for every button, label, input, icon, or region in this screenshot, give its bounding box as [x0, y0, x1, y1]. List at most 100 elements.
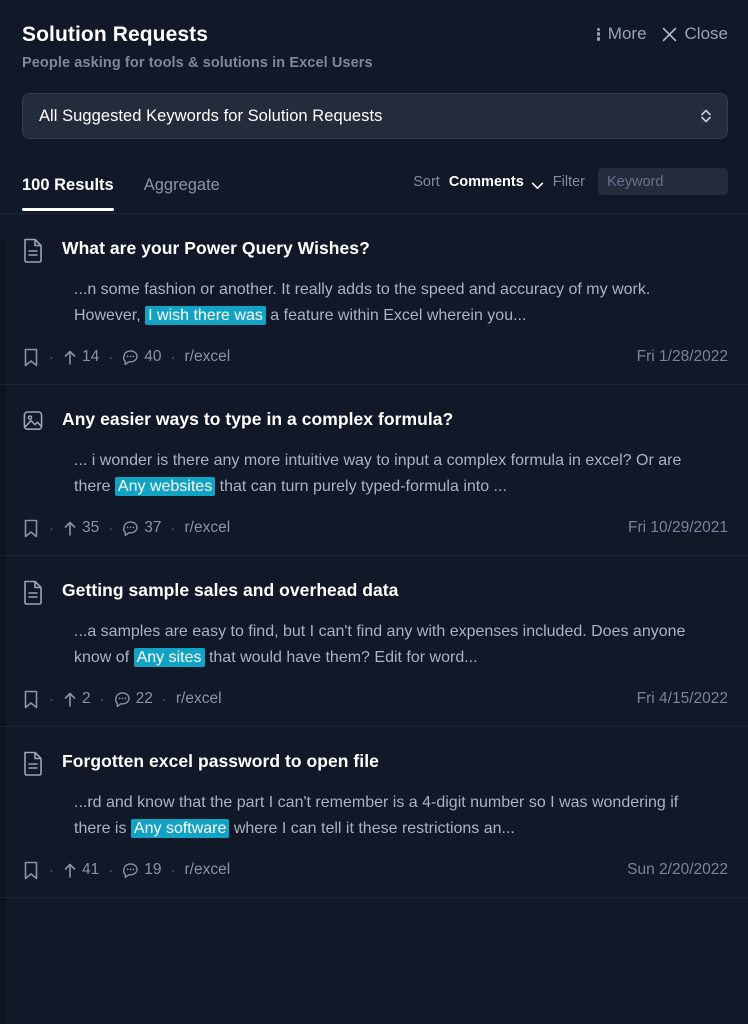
header-actions: More Close — [597, 24, 728, 44]
tab-results[interactable]: 100 Results — [22, 176, 114, 211]
result-meta: · 35 · 37 · r/excel — [22, 517, 728, 539]
bookmark-icon[interactable] — [22, 860, 40, 881]
solution-requests-panel: Solution Requests More Close People aski… — [0, 0, 748, 1024]
result-card[interactable]: Getting sample sales and overhead data .… — [0, 556, 748, 727]
tabbar: 100 Results Aggregate Sort Comments Filt… — [22, 159, 728, 211]
subreddit-name[interactable]: r/excel — [185, 348, 231, 366]
upvote-count: 14 — [63, 348, 99, 366]
document-icon — [22, 237, 44, 263]
meta-separator: · — [49, 691, 54, 708]
filter-label: Filter — [553, 174, 585, 190]
snippet-highlight: Any websites — [115, 477, 215, 496]
chevron-down-icon — [531, 178, 544, 186]
up-arrow-icon — [63, 862, 77, 879]
meta-separator: · — [49, 349, 54, 366]
comment-bubble-icon — [122, 862, 139, 879]
result-card[interactable]: Forgotten excel password to open file ..… — [0, 727, 748, 898]
meta-separator: · — [49, 862, 54, 879]
result-meta-left: · 41 · 19 · r/excel — [22, 860, 230, 881]
sort-dropdown-value: Comments — [449, 174, 524, 190]
upvote-value: 14 — [82, 348, 99, 366]
snippet-post: a feature within Excel wherein you... — [266, 307, 527, 324]
kebab-menu-icon — [597, 27, 601, 42]
subreddit-name[interactable]: r/excel — [176, 690, 222, 708]
snippet-post: that can turn purely typed-formula into … — [215, 478, 507, 495]
panel-subtitle: People asking for tools & solutions in E… — [22, 55, 728, 71]
comment-count: 19 — [122, 861, 161, 879]
upvote-value: 41 — [82, 861, 99, 879]
comment-bubble-icon — [122, 349, 139, 366]
comment-count: 37 — [122, 519, 161, 537]
result-card-head: Getting sample sales and overhead data — [22, 578, 728, 605]
up-down-chevron-icon — [699, 106, 713, 126]
meta-separator: · — [171, 862, 176, 879]
comment-value: 22 — [136, 690, 153, 708]
result-card-head: What are your Power Query Wishes? — [22, 236, 728, 263]
tab-aggregate[interactable]: Aggregate — [144, 176, 220, 211]
comment-value: 37 — [144, 519, 161, 537]
panel-header: Solution Requests More Close People aski… — [0, 0, 748, 71]
result-meta-left: · 14 · 40 · r/excel — [22, 347, 230, 368]
subreddit-name[interactable]: r/excel — [185, 861, 231, 879]
result-title: Forgotten excel password to open file — [62, 749, 379, 773]
snippet-highlight: I wish there was — [145, 306, 266, 325]
result-card[interactable]: Any easier ways to type in a complex for… — [0, 385, 748, 556]
up-arrow-icon — [63, 349, 77, 366]
bookmark-icon[interactable] — [22, 347, 40, 368]
upvote-value: 2 — [82, 690, 91, 708]
result-card-head: Any easier ways to type in a complex for… — [22, 407, 728, 434]
meta-separator: · — [108, 862, 113, 879]
result-snippet: ... i wonder is there any more intuitive… — [74, 448, 706, 500]
meta-separator: · — [108, 349, 113, 366]
more-button-label: More — [608, 24, 647, 44]
snippet-highlight: Any software — [131, 819, 229, 838]
tab-list: 100 Results Aggregate — [22, 176, 220, 211]
meta-separator: · — [171, 520, 176, 537]
close-button-label: Close — [685, 24, 728, 44]
meta-separator: · — [162, 691, 167, 708]
result-snippet: ...rd and know that the part I can't rem… — [74, 790, 706, 842]
keyword-select-value: All Suggested Keywords for Solution Requ… — [39, 107, 699, 126]
snippet-post: where I can tell it these restrictions a… — [229, 820, 514, 837]
meta-separator: · — [49, 520, 54, 537]
comment-bubble-icon — [122, 520, 139, 537]
comment-count: 22 — [114, 690, 153, 708]
result-title: What are your Power Query Wishes? — [62, 236, 370, 260]
bookmark-icon[interactable] — [22, 518, 40, 539]
result-card-head: Forgotten excel password to open file — [22, 749, 728, 776]
result-card[interactable]: What are your Power Query Wishes? ...n s… — [0, 214, 748, 385]
meta-separator: · — [108, 520, 113, 537]
comment-value: 40 — [144, 348, 161, 366]
result-date: Fri 4/15/2022 — [637, 690, 728, 708]
upvote-count: 35 — [63, 519, 99, 537]
result-meta: · 2 · 22 · r/excel — [22, 688, 728, 710]
result-title: Getting sample sales and overhead data — [62, 578, 398, 602]
upvote-value: 35 — [82, 519, 99, 537]
image-icon — [22, 408, 44, 434]
result-date: Fri 1/28/2022 — [637, 348, 728, 366]
close-x-icon — [661, 26, 678, 43]
header-title-row: Solution Requests More Close — [22, 22, 728, 48]
meta-separator: · — [171, 349, 176, 366]
result-date: Fri 10/29/2021 — [628, 519, 728, 537]
comment-value: 19 — [144, 861, 161, 879]
snippet-post: that would have them? Edit for word... — [205, 649, 478, 666]
filter-keyword-input[interactable] — [598, 168, 728, 195]
result-date: Sun 2/20/2022 — [627, 861, 728, 879]
result-meta-left: · 35 · 37 · r/excel — [22, 518, 230, 539]
snippet-highlight: Any sites — [134, 648, 205, 667]
result-snippet: ...a samples are easy to find, but I can… — [74, 619, 706, 671]
subreddit-name[interactable]: r/excel — [185, 519, 231, 537]
more-button[interactable]: More — [597, 24, 647, 44]
results-list: What are your Power Query Wishes? ...n s… — [0, 213, 748, 898]
sort-dropdown[interactable]: Comments — [449, 174, 544, 190]
keyword-select[interactable]: All Suggested Keywords for Solution Requ… — [22, 93, 728, 139]
bookmark-icon[interactable] — [22, 689, 40, 710]
page-title: Solution Requests — [22, 22, 208, 48]
meta-separator: · — [100, 691, 105, 708]
close-button[interactable]: Close — [661, 24, 728, 44]
upvote-count: 41 — [63, 861, 99, 879]
result-meta-left: · 2 · 22 · r/excel — [22, 689, 222, 710]
up-arrow-icon — [63, 691, 77, 708]
result-meta: · 14 · 40 · r/excel — [22, 346, 728, 368]
